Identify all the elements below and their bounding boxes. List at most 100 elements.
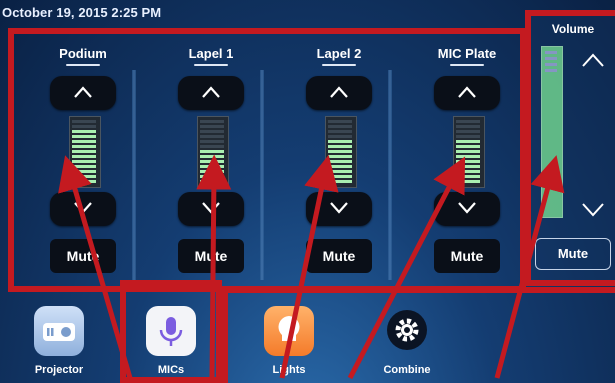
lapel-2-level-meter [325, 116, 357, 188]
meter-segment [328, 130, 352, 133]
meter-segment [200, 180, 224, 183]
meter-segment [72, 150, 96, 153]
meter-segment [328, 180, 352, 183]
master-volume-up-button[interactable] [581, 52, 605, 73]
meter-segment [456, 140, 480, 143]
lapel-1-volume-up-button[interactable] [178, 76, 244, 110]
channel-label: Lapel 2 [316, 46, 362, 61]
meter-segment [72, 120, 96, 123]
chevron-down-icon [74, 202, 92, 214]
meter-segment [72, 165, 96, 168]
chevron-up-icon [74, 86, 92, 98]
meter-segment [456, 155, 480, 158]
meter-segment [200, 145, 224, 148]
meter-segment [72, 140, 96, 143]
lapel-2-mute-button[interactable]: Mute [306, 239, 372, 273]
nav-projector[interactable]: Projector [18, 298, 100, 383]
channel-label-underline [194, 64, 228, 66]
meter-segment [456, 165, 480, 168]
meter-segment [200, 170, 224, 173]
podium-level-meter [69, 116, 101, 188]
meter-segment [328, 135, 352, 138]
meter-segment [72, 130, 96, 133]
meter-segment [456, 145, 480, 148]
meter-segment [456, 175, 480, 178]
annotation-mics-highlight [120, 280, 222, 383]
meter-segment [456, 180, 480, 183]
meter-segment [456, 135, 480, 138]
meter-segment [456, 150, 480, 153]
meter-segment [456, 120, 480, 123]
meter-segment [200, 125, 224, 128]
chevron-down-icon [330, 202, 348, 214]
master-mute-button[interactable]: Mute [535, 238, 611, 270]
volume-title: Volume [551, 22, 595, 36]
channel-lapel-1: Lapel 1 Mute [156, 34, 266, 292]
lapel-2-volume-up-button[interactable] [306, 76, 372, 110]
meter-segment [200, 155, 224, 158]
podium-volume-up-button[interactable] [50, 76, 116, 110]
meter-segment [328, 165, 352, 168]
mic-channels-panel: Podium Mute Lapel 1 Mute Lapel 2 Mute MI… [8, 28, 526, 292]
mic-plate-mute-button[interactable]: Mute [434, 239, 500, 273]
lapel-1-volume-down-button[interactable] [178, 192, 244, 226]
channel-label-underline [66, 64, 100, 66]
meter-segment [456, 125, 480, 128]
master-volume-down-button[interactable] [581, 202, 605, 223]
meter-segment [200, 135, 224, 138]
meter-segment [328, 145, 352, 148]
chevron-up-icon [458, 86, 476, 98]
meter-segment [200, 120, 224, 123]
projector-icon [34, 306, 84, 356]
meter-segment [72, 175, 96, 178]
master-volume-meter [541, 46, 563, 218]
chevron-up-icon [582, 53, 604, 67]
meter-segment [328, 155, 352, 158]
meter-segment [72, 180, 96, 183]
mic-plate-volume-down-button[interactable] [434, 192, 500, 226]
chevron-up-icon [330, 86, 348, 98]
meter-segment [456, 160, 480, 163]
meter-segment [200, 130, 224, 133]
meter-segment [328, 170, 352, 173]
channel-label-underline [322, 64, 356, 66]
meter-segment [72, 125, 96, 128]
status-bar: October 19, 2015 2:25 PM [0, 0, 530, 26]
podium-mute-button[interactable]: Mute [50, 239, 116, 273]
meter-segment [200, 165, 224, 168]
meter-segment [328, 150, 352, 153]
channel-label: Lapel 1 [188, 46, 234, 61]
channel-label: MIC Plate [437, 46, 497, 61]
chevron-down-icon [582, 203, 604, 217]
annotation-frame [222, 287, 615, 383]
channel-podium: Podium Mute [28, 34, 138, 292]
meter-segment [72, 135, 96, 138]
lapel-1-level-meter [197, 116, 229, 188]
meter-segment [200, 160, 224, 163]
meter-segment [200, 150, 224, 153]
lapel-2-volume-down-button[interactable] [306, 192, 372, 226]
meter-segment [200, 140, 224, 143]
master-volume-panel: Volume Mute [525, 10, 615, 286]
podium-volume-down-button[interactable] [50, 192, 116, 226]
meter-segment [456, 170, 480, 173]
nav-label: Projector [34, 364, 84, 376]
lapel-1-mute-button[interactable]: Mute [178, 239, 244, 273]
mic-plate-level-meter [453, 116, 485, 188]
chevron-down-icon [458, 202, 476, 214]
meter-segment [72, 160, 96, 163]
meter-segment [72, 170, 96, 173]
meter-segment [72, 155, 96, 158]
mic-plate-volume-up-button[interactable] [434, 76, 500, 110]
meter-segment [200, 175, 224, 178]
status-datetime: October 19, 2015 2:25 PM [2, 5, 162, 20]
channel-mic-plate: MIC Plate Mute [412, 34, 522, 292]
meter-segment [328, 125, 352, 128]
meter-segment [328, 175, 352, 178]
channel-label-underline [450, 64, 484, 66]
channel-lapel-2: Lapel 2 Mute [284, 34, 394, 292]
chevron-up-icon [202, 86, 220, 98]
chevron-down-icon [202, 202, 220, 214]
meter-segment [328, 140, 352, 143]
channel-label: Podium [59, 46, 107, 61]
